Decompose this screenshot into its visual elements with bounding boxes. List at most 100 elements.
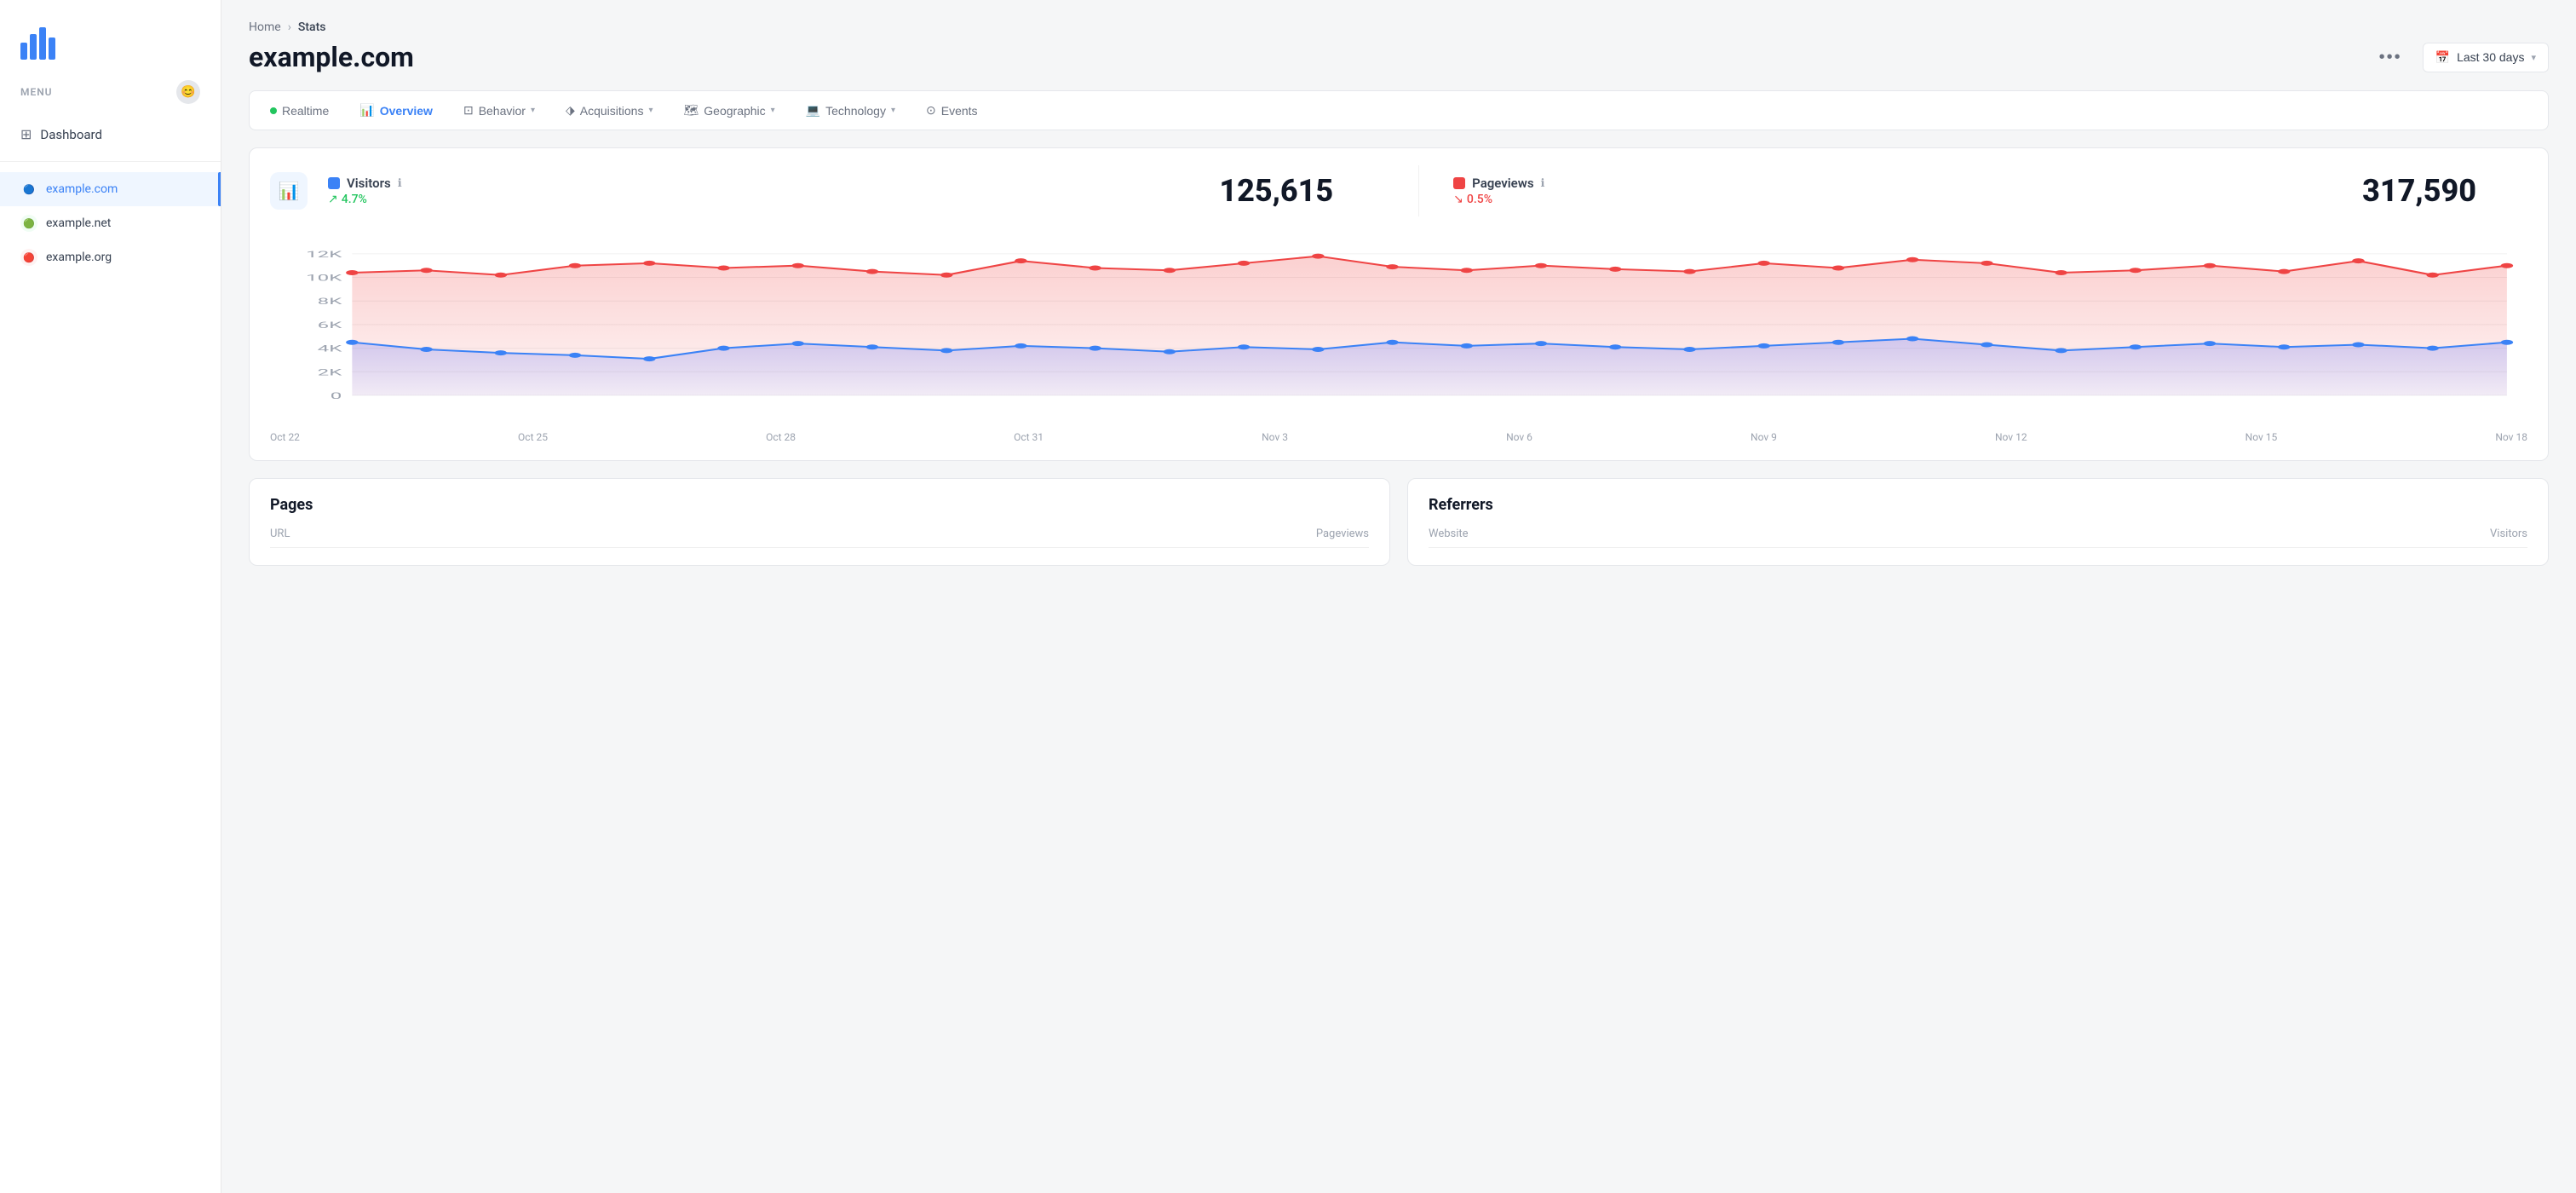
chart-bar-icon: 📊 <box>279 181 300 201</box>
logo-bar-1 <box>20 43 27 60</box>
pages-col-url: URL <box>270 527 290 540</box>
date-range-button[interactable]: 📅 Last 30 days ▾ <box>2423 43 2549 72</box>
page-header: example.com ••• 📅 Last 30 days ▾ <box>249 41 2549 73</box>
site-label-example-net: example.net <box>46 216 111 230</box>
calendar-icon: 📅 <box>2435 50 2450 65</box>
x-label: Nov 6 <box>1506 431 1532 443</box>
visitors-label: Visitors <box>347 176 391 191</box>
tab-label-overview: Overview <box>380 104 433 118</box>
chart-wrap: 0 2K 4K 6K 8K 10K 12K Oct 22 Oct 25 Oct 28 Oct 31… <box>250 233 2548 460</box>
chevron-icon-geographic: ▾ <box>771 106 775 115</box>
breadcrumb-separator: › <box>288 20 291 34</box>
tab-label-technology: Technology <box>825 104 886 118</box>
svg-text:10K: 10K <box>306 273 342 283</box>
svg-text:0: 0 <box>331 391 342 401</box>
logo-bar-3 <box>39 27 46 60</box>
bottom-cards: Pages URL Pageviews Referrers Website Vi… <box>249 478 2549 566</box>
pageviews-metric: Pageviews ℹ ↘ 0.5% <box>1453 176 1544 206</box>
tab-technology[interactable]: 💻Technology▾ <box>792 96 909 124</box>
referrers-col-visitors: Visitors <box>2490 527 2527 540</box>
tab-acquisitions[interactable]: ⬗Acquisitions▾ <box>552 96 667 124</box>
visitors-value: 125,615 <box>1219 173 1384 209</box>
pages-title: Pages <box>270 496 1369 514</box>
sidebar-logo <box>0 17 221 77</box>
main-content: Home › Stats example.com ••• 📅 Last 30 d… <box>221 0 2576 1193</box>
stats-card: 📊 Visitors ℹ ↗ 4.7% 125,615 <box>249 147 2549 461</box>
site-label-example-com: example.com <box>46 182 118 196</box>
site-dot-example-org: 🔴 <box>20 249 37 266</box>
visitors-up-arrow: ↗ <box>328 193 338 206</box>
svg-text:8K: 8K <box>318 297 342 307</box>
overview-icon: 📊 <box>359 103 374 118</box>
pageviews-value: 317,590 <box>2362 173 2527 209</box>
sidebar-item-dashboard[interactable]: ⊞ Dashboard <box>0 118 221 151</box>
pageviews-change: ↘ 0.5% <box>1453 193 1544 206</box>
tab-behavior[interactable]: ⊡Behavior▾ <box>450 96 549 124</box>
sidebar-menu-header: MENU 😊 <box>0 77 221 118</box>
chevron-down-icon: ▾ <box>2531 52 2536 63</box>
x-label: Nov 18 <box>2495 431 2527 443</box>
breadcrumb: Home › Stats <box>249 20 2549 34</box>
sidebar-divider <box>0 161 221 162</box>
menu-avatar[interactable]: 😊 <box>176 80 200 104</box>
date-range-label: Last 30 days <box>2457 50 2524 64</box>
breadcrumb-current: Stats <box>298 20 326 34</box>
dashboard-label: Dashboard <box>40 127 102 142</box>
referrers-table-header: Website Visitors <box>1429 527 2527 548</box>
site-dot-example-net: 🟢 <box>20 215 37 232</box>
page-title: example.com <box>249 41 414 73</box>
tab-label-events: Events <box>941 104 978 118</box>
stats-icon-wrap: 📊 <box>270 172 308 210</box>
site-label-example-org: example.org <box>46 251 112 264</box>
sidebar-item-example-net[interactable]: 🟢 example.net <box>0 206 221 240</box>
visitors-change: ↗ 4.7% <box>328 193 402 206</box>
pages-card: Pages URL Pageviews <box>249 478 1390 566</box>
referrers-title: Referrers <box>1429 496 2527 514</box>
svg-text:6K: 6K <box>318 320 342 331</box>
x-label: Oct 28 <box>766 431 796 443</box>
visitors-change-value: 4.7% <box>342 193 367 206</box>
logo-icon <box>20 26 55 60</box>
chevron-icon-behavior: ▾ <box>531 106 535 115</box>
visitors-metric: Visitors ℹ ↗ 4.7% <box>328 176 402 206</box>
tab-overview[interactable]: 📊 Overview <box>346 96 446 124</box>
pageviews-label-row: Pageviews ℹ <box>1453 176 1544 191</box>
chart-x-labels: Oct 22 Oct 25 Oct 28 Oct 31 Nov 3 Nov 6 Nov 9 N… <box>270 424 2527 443</box>
logo-bar-2 <box>30 34 37 60</box>
tab-events[interactable]: ⊙ Events <box>912 96 992 124</box>
breadcrumb-home[interactable]: Home <box>249 20 281 34</box>
x-label: Oct 22 <box>270 431 300 443</box>
menu-label: MENU <box>20 86 52 98</box>
x-label: Oct 31 <box>1014 431 1044 443</box>
sidebar-item-example-org[interactable]: 🔴 example.org <box>0 240 221 274</box>
dashboard-icon: ⊞ <box>20 126 32 142</box>
sidebar-item-example-com[interactable]: 🔵 example.com <box>0 172 221 206</box>
technology-icon: 💻 <box>806 103 820 118</box>
x-label: Nov 12 <box>1995 431 2027 443</box>
svg-text:12K: 12K <box>306 250 342 260</box>
behavior-icon: ⊡ <box>463 103 474 118</box>
tab-label-acquisitions: Acquisitions <box>580 104 644 118</box>
events-icon: ⊙ <box>926 103 936 118</box>
more-options-button[interactable]: ••• <box>2372 44 2409 71</box>
pageviews-label: Pageviews <box>1472 176 1533 191</box>
referrers-card: Referrers Website Visitors <box>1407 478 2549 566</box>
stats-metrics: 📊 Visitors ℹ ↗ 4.7% 125,615 <box>250 148 2548 233</box>
tab-realtime[interactable]: Realtime <box>256 97 342 124</box>
x-label: Nov 15 <box>2245 431 2278 443</box>
x-label: Nov 9 <box>1751 431 1777 443</box>
tabs-bar: Realtime 📊 Overview ⊡Behavior▾⬗Acquisitions… <box>249 90 2549 130</box>
svg-text:4K: 4K <box>318 343 342 354</box>
site-dot-example-com: 🔵 <box>20 181 37 198</box>
x-label: Oct 25 <box>518 431 548 443</box>
metric-divider <box>1418 165 1419 216</box>
svg-text:2K: 2K <box>318 367 342 377</box>
visitors-info-icon: ℹ <box>398 177 402 190</box>
tab-label-geographic: Geographic <box>704 104 765 118</box>
tab-label-realtime: Realtime <box>282 104 329 118</box>
tab-geographic[interactable]: 🗺Geographic▾ <box>670 96 789 124</box>
pageviews-color-dot <box>1453 177 1465 189</box>
pages-col-pageviews: Pageviews <box>1316 527 1369 540</box>
x-label: Nov 3 <box>1262 431 1288 443</box>
visitors-label-row: Visitors ℹ <box>328 176 402 191</box>
